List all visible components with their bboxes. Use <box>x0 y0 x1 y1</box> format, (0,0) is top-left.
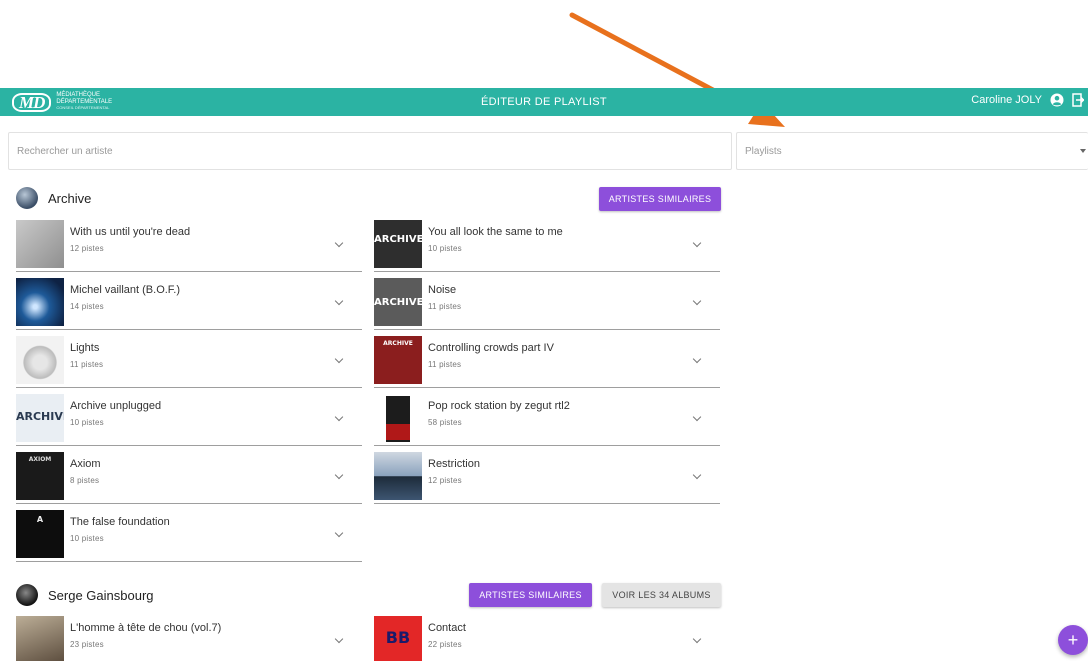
artist-name: Archive <box>48 190 92 206</box>
album-cover <box>16 336 64 384</box>
caret-down-icon <box>1080 149 1086 153</box>
album-cover: ARCHIVE <box>374 220 422 268</box>
album-row[interactable]: ARCHIVE Controlling crowds part IV 11 pi… <box>374 334 720 388</box>
album-cover: ARCHIVE <box>374 336 422 384</box>
album-cover: A <box>16 510 64 558</box>
artist-search-placeholder: Rechercher un artiste <box>17 145 113 157</box>
cover-text: ARCHIVE <box>383 340 413 347</box>
album-track-count: 23 pistes <box>70 640 104 649</box>
album-row[interactable]: Michel vaillant (B.O.F.) 14 pistes <box>16 276 362 330</box>
chevron-down-icon[interactable] <box>692 634 702 644</box>
cover-text: ARCHIVE <box>374 297 422 308</box>
album-row[interactable]: ARCHIVE Noise 11 pistes <box>374 276 720 330</box>
album-cover: AXIOM <box>16 452 64 500</box>
album-cover <box>16 220 64 268</box>
artist-avatar <box>16 187 38 209</box>
album-row[interactable]: ARCHIVE Archive unplugged 10 pistes <box>16 392 362 446</box>
album-row[interactable]: With us until you're dead 12 pistes <box>16 218 362 272</box>
album-title: Restriction <box>428 458 480 470</box>
user-area: Caroline JOLY <box>971 93 1084 107</box>
album-track-count: 11 pistes <box>428 302 462 311</box>
album-cover: BB <box>374 616 422 661</box>
album-row[interactable]: Pop rock station by zegut rtl2 58 pistes <box>374 392 720 446</box>
album-title: Michel vaillant (B.O.F.) <box>70 284 181 296</box>
chevron-down-icon[interactable] <box>334 238 344 248</box>
logout-icon[interactable] <box>1072 93 1084 107</box>
album-title: Archive unplugged <box>70 400 162 412</box>
playlists-placeholder: Playlists <box>745 145 782 157</box>
album-track-count: 11 pistes <box>70 360 104 369</box>
album-track-count: 10 pistes <box>428 244 462 253</box>
album-track-count: 14 pistes <box>70 302 104 311</box>
album-title: Lights <box>70 342 100 354</box>
playlists-select[interactable]: Playlists <box>736 132 1088 170</box>
album-title: You all look the same to me <box>428 226 563 238</box>
page-title: ÉDITEUR DE PLAYLIST <box>481 96 607 108</box>
chevron-down-icon[interactable] <box>334 528 344 538</box>
album-cover: ARCHIVE <box>374 278 422 326</box>
artist-header-serge-gainsbourg: Serge Gainsbourg <box>16 583 154 607</box>
album-row[interactable]: A The false foundation 10 pistes <box>16 508 362 562</box>
chevron-down-icon[interactable] <box>692 238 702 248</box>
album-row[interactable]: AXIOM Axiom 8 pistes <box>16 450 362 504</box>
chevron-down-icon[interactable] <box>692 354 702 364</box>
account-circle-icon[interactable] <box>1050 93 1064 107</box>
chevron-down-icon[interactable] <box>334 354 344 364</box>
similar-artists-button[interactable]: ARTISTES SIMILAIRES <box>599 187 721 211</box>
chevron-down-icon[interactable] <box>334 634 344 644</box>
album-cover: ARCHIVE <box>16 394 64 442</box>
album-title: Contact <box>428 622 466 634</box>
plus-icon: + <box>1067 629 1079 650</box>
album-row[interactable]: BB Contact 22 pistes <box>374 614 720 661</box>
cover-text: AXIOM <box>28 456 52 463</box>
chevron-down-icon[interactable] <box>334 470 344 480</box>
cover-text: ARCHIVE <box>374 234 422 245</box>
album-cover <box>16 616 64 661</box>
artist-avatar <box>16 584 38 606</box>
album-row[interactable]: ARCHIVE You all look the same to me 10 p… <box>374 218 720 272</box>
chevron-down-icon[interactable] <box>692 412 702 422</box>
album-row[interactable]: Lights 11 pistes <box>16 334 362 388</box>
album-track-count: 11 pistes <box>428 360 462 369</box>
album-title: With us until you're dead <box>70 226 191 238</box>
album-title: The false foundation <box>70 516 170 528</box>
album-title: Pop rock station by zegut rtl2 <box>428 400 570 412</box>
album-cover <box>374 394 422 442</box>
artist-search-input[interactable]: Rechercher un artiste <box>8 132 732 170</box>
chevron-down-icon[interactable] <box>334 412 344 422</box>
album-cover <box>374 452 422 500</box>
album-title: L'homme à tête de chou (vol.7) <box>70 622 222 634</box>
album-row[interactable]: Restriction 12 pistes <box>374 450 720 504</box>
album-track-count: 12 pistes <box>70 244 104 253</box>
artist-header-archive: Archive <box>16 186 91 210</box>
album-track-count: 12 pistes <box>428 476 462 485</box>
album-track-count: 10 pistes <box>70 534 104 543</box>
album-title: Axiom <box>70 458 101 470</box>
user-name: Caroline JOLY <box>971 94 1042 106</box>
album-track-count: 58 pistes <box>428 418 462 427</box>
album-title: Controlling crowds part IV <box>428 342 554 354</box>
album-cover <box>16 278 64 326</box>
view-all-albums-button[interactable]: VOIR LES 34 ALBUMS <box>602 583 721 607</box>
similar-artists-button[interactable]: ARTISTES SIMILAIRES <box>469 583 592 607</box>
cover-text: ARCHIVE <box>16 410 64 423</box>
add-fab-button[interactable]: + <box>1058 625 1088 655</box>
artist-name: Serge Gainsbourg <box>48 587 154 603</box>
album-track-count: 10 pistes <box>70 418 104 427</box>
chevron-down-icon[interactable] <box>692 296 702 306</box>
top-app-bar: MD MÉDIATHÈQUE DÉPARTEMENTALE Conseil dé… <box>0 88 1088 116</box>
album-track-count: 22 pistes <box>428 640 462 649</box>
album-track-count: 8 pistes <box>70 476 100 485</box>
annotation-arrow <box>569 12 785 127</box>
chevron-down-icon[interactable] <box>692 470 702 480</box>
album-title: Noise <box>428 284 457 296</box>
cover-text: A <box>36 515 44 524</box>
album-row[interactable]: L'homme à tête de chou (vol.7) 23 pistes <box>16 614 362 661</box>
cover-text: BB <box>385 628 411 647</box>
chevron-down-icon[interactable] <box>334 296 344 306</box>
